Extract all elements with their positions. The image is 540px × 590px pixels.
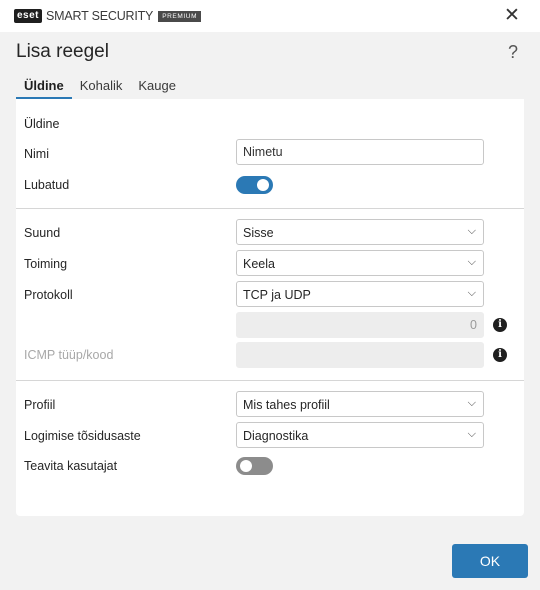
toggle-knob [257,179,269,191]
title-bar: eset SMART SECURITY PREMIUM ✕ [0,0,540,32]
direction-select[interactable]: Sisse ⌵ [236,219,484,245]
notify-user-toggle[interactable] [236,457,273,475]
info-icon[interactable]: i [493,318,507,332]
chevron-down-icon: ⌵ [467,397,476,409]
icmp-label: ICMP tüüp/kood [24,348,114,362]
ok-button[interactable]: OK [452,544,528,578]
close-icon[interactable]: ✕ [502,6,522,26]
protocol-number-input: 0 [236,312,484,338]
toggle-knob [240,460,252,472]
protocol-select[interactable]: TCP ja UDP ⌵ [236,281,484,307]
brand: eset SMART SECURITY PREMIUM [14,9,202,23]
name-input[interactable]: Nimetu [236,139,484,165]
chevron-down-icon: ⌵ [467,225,476,237]
protocol-label: Protokoll [24,288,73,302]
tab-local[interactable]: Kohalik [72,76,131,99]
action-label: Toiming [24,257,68,271]
profile-label: Profiil [24,398,56,412]
eset-logo: eset [14,9,43,23]
info-icon[interactable]: i [493,348,507,362]
chevron-down-icon: ⌵ [467,256,476,268]
enabled-label: Lubatud [24,178,70,192]
name-label: Nimi [24,147,49,161]
profile-select[interactable]: Mis tahes profiil ⌵ [236,391,484,417]
profile-value: Mis tahes profiil [243,398,330,412]
chevron-down-icon: ⌵ [467,287,476,299]
chevron-down-icon: ⌵ [467,428,476,440]
section-header-general: Üldine [24,117,60,131]
direction-value: Sisse [243,226,274,240]
log-severity-value: Diagnostika [243,429,309,443]
log-severity-select[interactable]: Diagnostika ⌵ [236,422,484,448]
edition-badge: PREMIUM [158,10,202,22]
notify-user-label: Teavita kasutajat [24,459,118,473]
product-name: SMART SECURITY [46,9,154,23]
protocol-value: TCP ja UDP [243,288,311,302]
log-severity-label: Logimise tõsidusaste [24,429,141,443]
tab-remote[interactable]: Kauge [130,76,184,99]
rule-form-panel: Üldine Nimi Nimetu Lubatud Suund Sisse ⌵… [16,99,524,516]
divider [16,208,524,209]
tab-bar: Üldine Kohalik Kauge [16,76,184,99]
dialog-title: Lisa reegel [16,41,109,62]
icmp-input [236,342,484,368]
action-value: Keela [243,257,275,271]
tab-general[interactable]: Üldine [16,76,72,99]
enabled-toggle[interactable] [236,176,273,194]
action-select[interactable]: Keela ⌵ [236,250,484,276]
help-icon[interactable]: ? [508,42,518,63]
direction-label: Suund [24,226,61,240]
divider [16,380,524,381]
